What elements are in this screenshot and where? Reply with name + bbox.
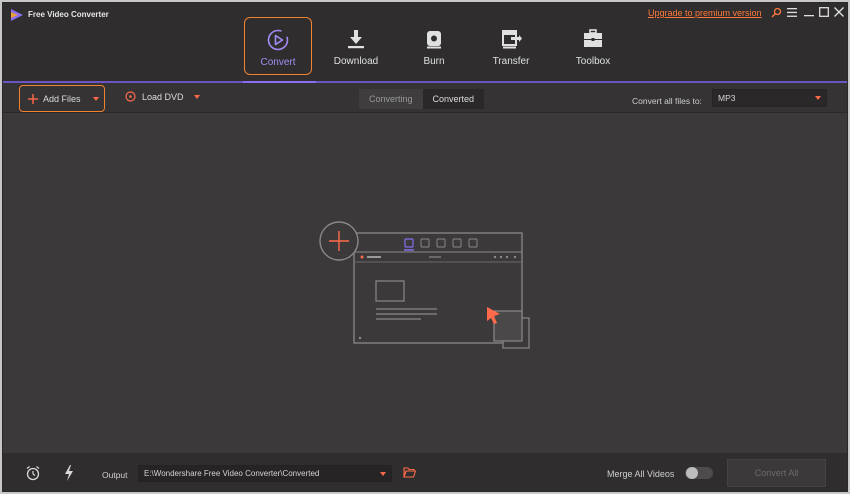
app-window: Free Video Converter Upgrade to premium … (2, 2, 848, 492)
tab-toolbox[interactable]: Toolbox (559, 17, 627, 75)
merge-all-videos-toggle[interactable] (685, 467, 713, 479)
tab-toolbox-label: Toolbox (575, 56, 611, 67)
convert-all-to-label: Convert all files to: (632, 96, 702, 106)
tab-burn[interactable]: Burn (400, 17, 468, 75)
tab-convert[interactable]: Convert (244, 17, 312, 75)
output-path-value: E:\Wondershare Free Video Converter\Conv… (144, 469, 320, 478)
chevron-down-icon (815, 96, 821, 100)
minimize-icon[interactable] (803, 6, 815, 18)
tab-transfer-label: Transfer (492, 56, 530, 67)
toolbox-icon (584, 29, 602, 47)
app-logo-icon (11, 9, 23, 21)
alarm-clock-icon[interactable] (25, 465, 41, 481)
convert-all-button[interactable]: Convert All (727, 459, 826, 487)
title-bar: Free Video Converter Upgrade to premium … (3, 3, 847, 83)
output-label: Output (102, 470, 128, 480)
load-dvd-dropdown-icon[interactable] (193, 94, 200, 99)
chevron-down-icon (380, 471, 386, 476)
dvd-icon (125, 91, 136, 102)
add-files-button[interactable]: Add Files (19, 85, 105, 112)
download-icon (348, 30, 364, 49)
plus-icon (28, 93, 38, 104)
output-format-value: MP3 (718, 93, 736, 103)
convert-icon (267, 29, 289, 51)
tab-burn-label: Burn (423, 56, 445, 67)
output-path-select[interactable]: E:\Wondershare Free Video Converter\Conv… (138, 465, 392, 482)
bottom-bar: Output E:\Wondershare Free Video Convert… (3, 453, 847, 491)
load-dvd-label: Load DVD (142, 91, 184, 102)
transfer-icon (502, 30, 522, 49)
tab-download-label: Download (333, 56, 379, 67)
maximize-icon[interactable] (818, 6, 830, 18)
tab-download[interactable]: Download (322, 17, 390, 75)
tab-convert-label: Convert (260, 57, 296, 68)
tab-converted[interactable]: Converted (422, 89, 485, 109)
lightning-icon[interactable] (63, 465, 75, 481)
output-format-select[interactable]: MP3 (712, 89, 827, 107)
menu-icon[interactable] (786, 6, 798, 18)
toggle-knob (686, 467, 698, 479)
add-files-drop-area-icon[interactable] (317, 215, 547, 351)
search-icon[interactable] (770, 6, 782, 18)
toolbar: Add Files Load DVD Converting Converted … (3, 83, 847, 113)
tab-transfer[interactable]: Transfer (477, 17, 545, 75)
merge-all-videos-label: Merge All Videos (607, 469, 675, 479)
upgrade-link[interactable]: Upgrade to premium version (648, 8, 762, 18)
tab-converting[interactable]: Converting (359, 89, 423, 109)
add-files-dropdown-icon[interactable] (92, 96, 99, 101)
add-files-label: Add Files (43, 93, 81, 104)
load-dvd-button[interactable]: Load DVD (125, 91, 200, 102)
app-title: Free Video Converter (28, 10, 109, 19)
folder-open-icon[interactable] (403, 467, 416, 478)
close-icon[interactable] (833, 6, 845, 18)
burn-icon (427, 31, 441, 49)
status-segmented-control: Converting Converted (359, 89, 485, 109)
